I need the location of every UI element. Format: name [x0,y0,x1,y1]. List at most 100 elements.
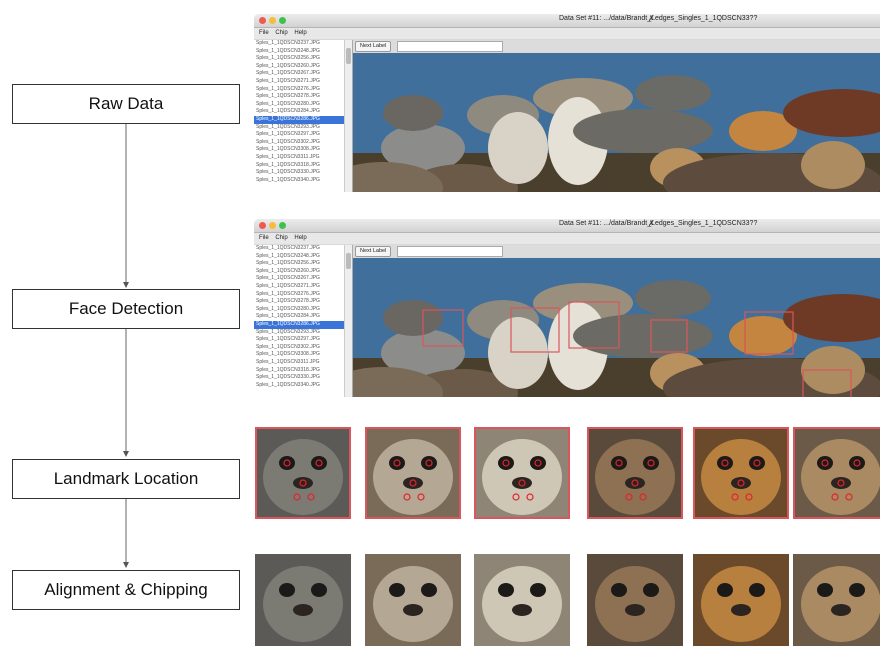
aligned-chip [365,554,461,646]
next-label-button[interactable]: Next Label [355,246,392,257]
seal-body [383,300,443,336]
seal-nose [731,604,751,616]
file-list-item[interactable]: Sples_1_1QDSCN3340.JPG [254,382,352,390]
toolbar: Next Label [353,245,880,257]
menu-bar: File Chip Help [254,233,880,244]
seal-eye [421,456,437,470]
file-list-item[interactable]: Sples_1_1QDSCN3237.JPG [254,40,352,48]
seal-face [474,554,570,646]
zoom-window-button[interactable] [279,17,286,24]
file-list-item[interactable]: Sples_1_1QDSCN3293.JPG [254,329,352,337]
file-list-item[interactable]: Sples_1_1QDSCN3330.JPG [254,169,352,177]
seal-eye [643,456,659,470]
file-list-item[interactable]: Sples_1_1QDSCN3248.JPG [254,48,352,56]
file-list-item[interactable]: Sples_1_1QDSCN3271.JPG [254,78,352,86]
menu-chip[interactable]: Chip [275,235,287,241]
next-label-button[interactable]: Next Label [355,41,392,52]
zoom-window-button[interactable] [279,222,286,229]
seal-eye [421,583,437,597]
seal-head [801,566,880,642]
menu-file[interactable]: File [259,235,269,241]
seal-nose [625,604,645,616]
seal-face [474,427,570,519]
file-list-item[interactable]: Sples_1_1QDSCN3284.JPG [254,108,352,116]
seal-eye [279,456,295,470]
seal-eye [389,583,405,597]
seal-eye [279,583,295,597]
file-list-item[interactable]: Sples_1_1QDSCN3302.JPG [254,344,352,352]
file-list-item[interactable]: Sples_1_1QDSCN3276.JPG [254,86,352,94]
file-list-item[interactable]: Sples_1_1QDSCN3267.JPG [254,70,352,78]
seal-eye [749,583,765,597]
stage-raw-data: Raw Data [12,84,240,124]
seal-nose [403,604,423,616]
seal-eye [530,456,546,470]
file-list-item[interactable]: Sples_1_1QDSCN3286.JPG [254,115,352,124]
file-list-item[interactable]: Sples_1_1QDSCN3308.JPG [254,146,352,154]
file-list-item[interactable]: Sples_1_1QDSCN3302.JPG [254,139,352,147]
stage-alignment-chipping: Alignment & Chipping [12,570,240,610]
menu-file[interactable]: File [259,30,269,36]
file-list-item[interactable]: Sples_1_1QDSCN3278.JPG [254,298,352,306]
file-list-item[interactable]: Sples_1_1QDSCN3286.JPG [254,320,352,329]
seal-face [793,427,880,519]
label-input[interactable] [397,41,503,52]
close-window-button[interactable] [259,17,266,24]
label-input[interactable] [397,246,503,257]
file-list-item[interactable]: Sples_1_1QDSCN3297.JPG [254,131,352,139]
seal-body [383,95,443,131]
seal-eye [717,456,733,470]
file-list-item[interactable]: Sples_1_1QDSCN3284.JPG [254,313,352,321]
file-list-item[interactable]: Sples_1_1QDSCN3237.JPG [254,245,352,253]
minimize-window-button[interactable] [269,17,276,24]
app-window-detection: ✗ Data Set #11: .../data/Brandt_Ledges_S… [254,219,880,397]
seal-body [635,280,711,316]
file-list-item[interactable]: Sples_1_1QDSCN3318.JPG [254,367,352,375]
seal-eye [530,583,546,597]
file-list-item[interactable]: Sples_1_1QDSCN3260.JPG [254,63,352,71]
file-list[interactable]: Sples_1_1QDSCN3237.JPG Sples_1_1QDSCN3248… [254,40,353,192]
stage-label: Face Detection [68,299,184,318]
file-list-item[interactable]: Sples_1_1QDSCN3260.JPG [254,268,352,276]
seal-eye [498,456,514,470]
scroll-thumb[interactable] [346,253,351,269]
file-list-item[interactable]: Sples_1_1QDSCN3248.JPG [254,253,352,261]
close-window-button[interactable] [259,222,266,229]
file-list-scrollbar[interactable] [344,245,352,397]
menu-bar: File Chip Help [254,28,880,39]
stage-label: Alignment & Chipping [44,580,208,599]
file-list-item[interactable]: Sples_1_1QDSCN3280.JPG [254,101,352,109]
file-list-item[interactable]: Sples_1_1QDSCN3330.JPG [254,374,352,382]
file-list-item[interactable]: Sples_1_1QDSCN3297.JPG [254,336,352,344]
file-list-item[interactable]: Sples_1_1QDSCN3340.JPG [254,177,352,185]
file-list-scrollbar[interactable] [344,40,352,192]
toolbar: Next Label [353,40,880,52]
file-list-item[interactable]: Sples_1_1QDSCN3271.JPG [254,283,352,291]
seal-photo-with-detections [323,258,880,397]
file-list[interactable]: Sples_1_1QDSCN3237.JPG Sples_1_1QDSCN3248… [254,245,353,397]
file-list-item[interactable]: Sples_1_1QDSCN3278.JPG [254,93,352,101]
scroll-thumb[interactable] [346,48,351,64]
minimize-window-button[interactable] [269,222,276,229]
landmark-chip [365,427,461,519]
window-titlebar: ✗ Data Set #11: .../data/Brandt_Ledges_S… [254,219,880,233]
file-list-item[interactable]: Sples_1_1QDSCN3308.JPG [254,351,352,359]
seal-body [488,112,548,184]
file-list-item[interactable]: Sples_1_1QDSCN3280.JPG [254,306,352,314]
seal-body [573,314,713,358]
file-list-item[interactable]: Sples_1_1QDSCN3256.JPG [254,55,352,63]
file-list-item[interactable]: Sples_1_1QDSCN3293.JPG [254,124,352,132]
file-list-item[interactable]: Sples_1_1QDSCN3256.JPG [254,260,352,268]
menu-chip[interactable]: Chip [275,30,287,36]
file-list-item[interactable]: Sples_1_1QDSCN3318.JPG [254,162,352,170]
file-list-item[interactable]: Sples_1_1QDSCN3311.JPG [254,359,352,367]
file-list-item[interactable]: Sples_1_1QDSCN3311.JPG [254,154,352,162]
file-list-item[interactable]: Sples_1_1QDSCN3267.JPG [254,275,352,283]
seal-eye [611,583,627,597]
stage-face-detection: Face Detection [12,289,240,329]
seal-body [488,317,548,389]
menu-help[interactable]: Help [294,30,306,36]
file-list-item[interactable]: Sples_1_1QDSCN3276.JPG [254,291,352,299]
seal-scene [323,258,880,397]
menu-help[interactable]: Help [294,235,306,241]
